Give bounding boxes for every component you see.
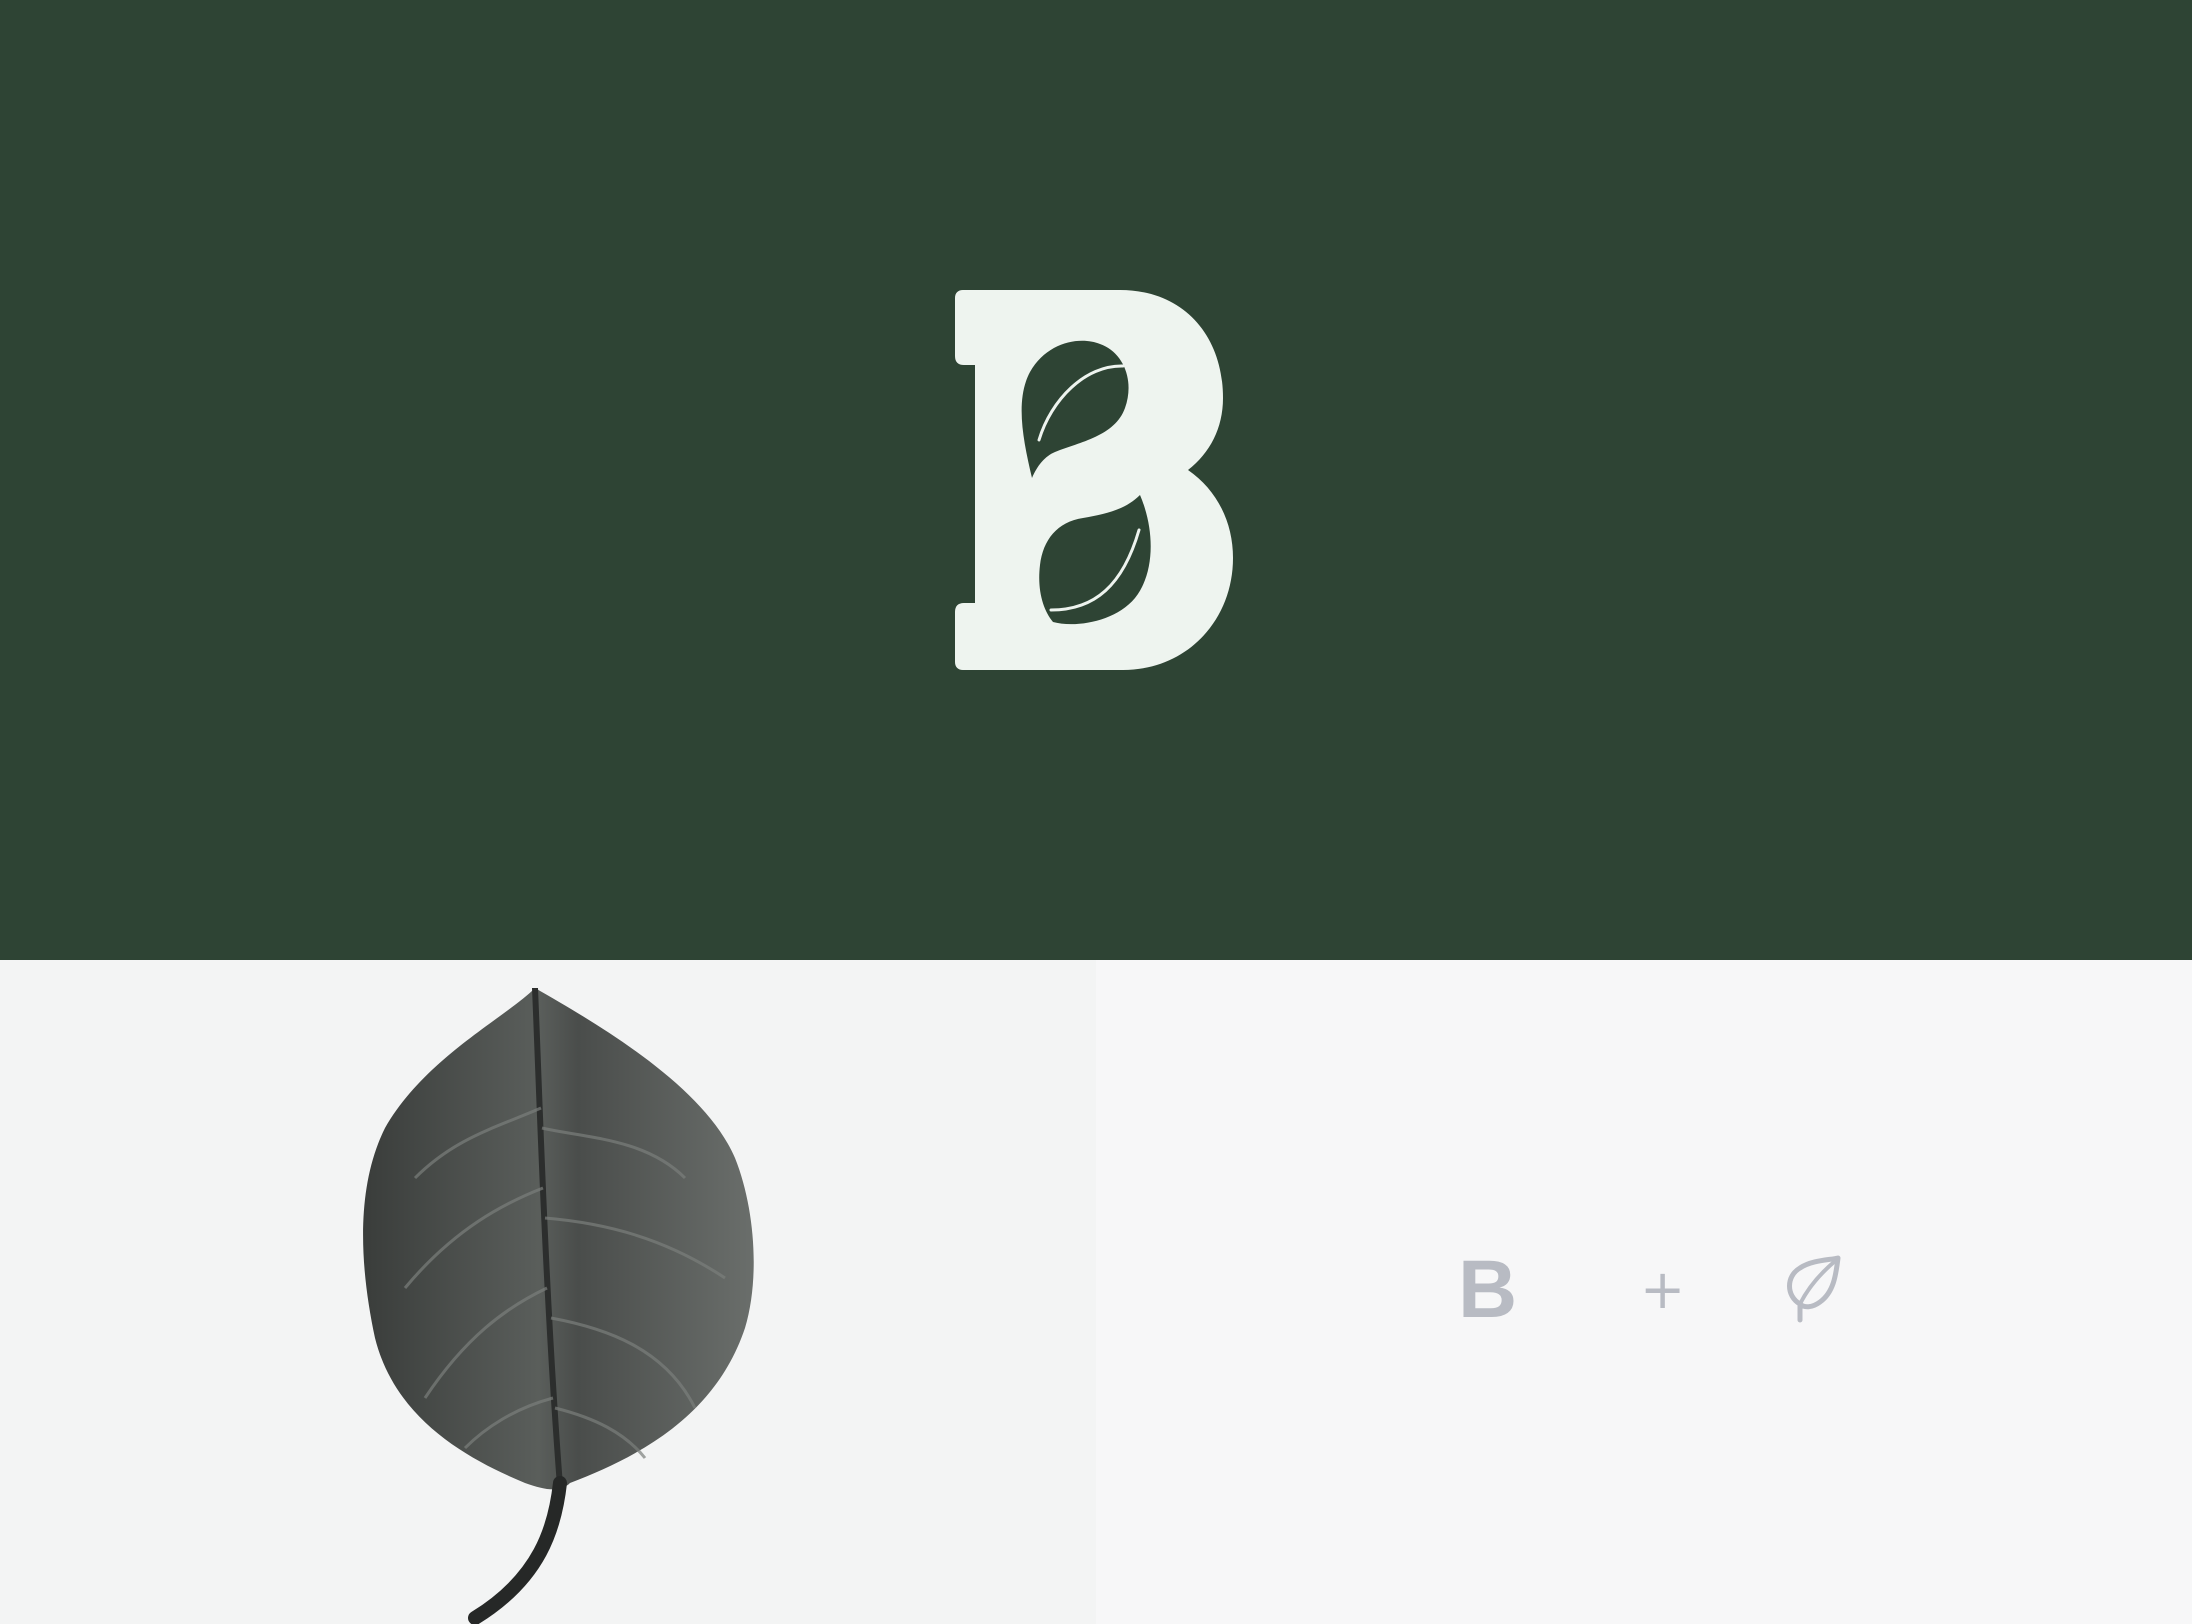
logo-panel [0,0,2192,960]
leaf-photo-area [0,960,1096,1624]
concept-panel: B + [0,960,2192,1624]
concept-equation: B + [1440,1240,1860,1360]
b-leaf-monogram-logo [955,290,1233,670]
leaf-photo [363,988,754,1624]
leaf-icon [1787,1255,1841,1323]
letter-b: B [1458,1244,1518,1335]
plus-sign: + [1640,1258,1686,1321]
